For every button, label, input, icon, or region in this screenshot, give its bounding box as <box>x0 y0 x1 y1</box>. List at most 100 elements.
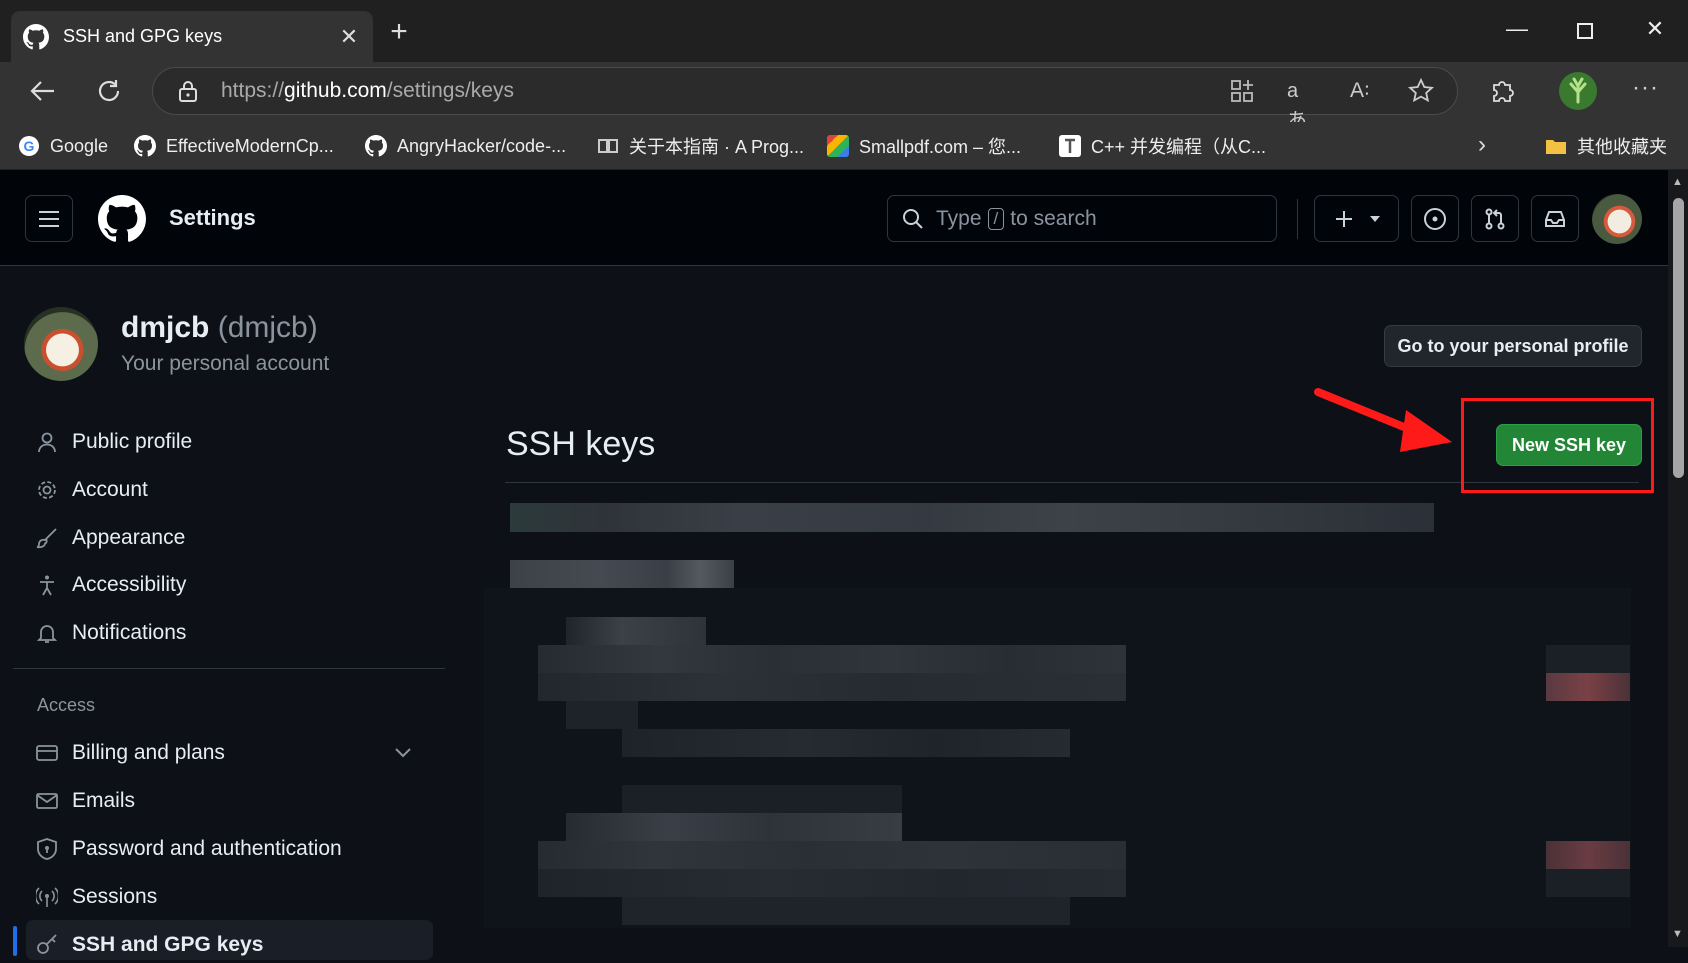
favorite-star-icon[interactable] <box>1406 76 1436 106</box>
mail-icon <box>36 790 72 812</box>
scroll-up-icon[interactable]: ▲ <box>1672 176 1683 188</box>
page-context-title[interactable]: Settings <box>169 205 256 231</box>
sidebar-item-sessions[interactable]: Sessions <box>36 879 157 915</box>
page-scrollbar[interactable]: ▲ ▼ <box>1668 170 1688 947</box>
shield-icon <box>36 838 72 860</box>
redacted-text-block <box>510 560 734 588</box>
bookmark-guide[interactable]: 关于本指南 · A Prog... <box>597 132 804 160</box>
read-aloud-icon[interactable]: A꞉ <box>1350 76 1380 106</box>
more-menu-icon[interactable]: ··· <box>1632 76 1662 106</box>
user-avatar[interactable] <box>1592 194 1642 244</box>
paintbrush-icon <box>36 527 72 549</box>
svg-text:G: G <box>24 138 35 154</box>
redacted-pixels <box>622 729 1070 757</box>
book-icon <box>597 135 619 157</box>
refresh-icon[interactable] <box>94 76 124 106</box>
document-icon <box>1059 135 1081 157</box>
extensions-icon[interactable] <box>1487 76 1517 106</box>
redacted-pixels <box>622 897 1070 925</box>
chevron-down-icon[interactable] <box>394 747 426 759</box>
bookmark-angryhacker[interactable]: AngryHacker/code-... <box>365 132 566 160</box>
inbox-icon[interactable] <box>1531 195 1579 242</box>
folder-icon <box>1545 135 1567 157</box>
bell-icon <box>36 622 72 644</box>
github-logo-icon[interactable] <box>98 195 146 243</box>
gear-icon <box>36 479 72 501</box>
pull-requests-icon[interactable] <box>1471 195 1519 242</box>
person-icon <box>36 431 72 453</box>
issues-icon[interactable] <box>1411 195 1459 242</box>
profile-avatar[interactable] <box>24 307 98 381</box>
profile-avatar-icon[interactable] <box>1559 72 1597 110</box>
create-new-button[interactable] <box>1314 195 1399 242</box>
sidebar-item-notifications[interactable]: Notifications <box>36 615 186 651</box>
bookmarks-bar: G Google EffectiveModernCp... AngryHacke… <box>0 122 1688 170</box>
other-bookmarks[interactable]: 其他收藏夹 <box>1545 132 1667 160</box>
sidebar-divider <box>13 668 445 669</box>
sidebar-item-ssh-gpg-keys[interactable]: SSH and GPG keys <box>36 927 263 963</box>
maximize-icon[interactable] <box>1565 16 1605 46</box>
redacted-pixels <box>538 645 1126 673</box>
redacted-pixels <box>566 701 638 729</box>
minimize-icon[interactable]: — <box>1497 16 1537 46</box>
accessibility-icon <box>36 574 72 596</box>
annotation-arrow-icon <box>1314 388 1452 452</box>
bookmark-smallpdf[interactable]: Smallpdf.com – 您... <box>827 132 1021 160</box>
search-input[interactable]: Type / to search <box>887 195 1277 242</box>
bookmark-cpp-concurrency[interactable]: C++ 并发编程（从C... <box>1059 132 1266 160</box>
redacted-pixels <box>566 813 902 841</box>
search-icon <box>902 208 924 230</box>
browser-tab[interactable]: SSH and GPG keys ✕ <box>11 11 373 62</box>
sidebar-item-billing[interactable]: Billing and plans <box>36 735 426 771</box>
google-icon: G <box>18 135 40 157</box>
account-type-label: Your personal account <box>121 352 330 375</box>
caret-down-icon <box>1369 215 1381 223</box>
profile-username[interactable]: dmjcb (dmjcb) <box>121 311 318 345</box>
scrollbar-thumb[interactable] <box>1673 198 1684 478</box>
new-tab-icon[interactable]: + <box>384 17 414 48</box>
translate-icon[interactable]: aあ <box>1287 76 1317 132</box>
redacted-pixels <box>566 617 706 645</box>
back-icon[interactable] <box>28 76 58 106</box>
browser-tab-bar: SSH and GPG keys ✕ + — ✕ <box>0 0 1688 62</box>
credit-card-icon <box>36 742 72 764</box>
header-divider <box>1297 199 1298 239</box>
tab-title: SSH and GPG keys <box>63 26 223 46</box>
sidebar-item-appearance[interactable]: Appearance <box>36 520 185 556</box>
sidebar-item-public-profile[interactable]: Public profile <box>36 424 192 460</box>
broadcast-icon <box>36 886 72 908</box>
key-icon <box>36 934 72 956</box>
chevron-right-icon[interactable]: › <box>1478 130 1502 160</box>
go-to-profile-button[interactable]: Go to your personal profile <box>1384 325 1642 367</box>
redacted-text-block <box>510 503 1434 532</box>
sidebar-item-emails[interactable]: Emails <box>36 783 135 819</box>
redacted-pixels <box>1546 869 1630 897</box>
redacted-pixels <box>1546 673 1630 701</box>
sidebar-item-accessibility[interactable]: Accessibility <box>36 567 186 603</box>
app-available-icon[interactable] <box>1227 76 1257 106</box>
sidebar-item-password-auth[interactable]: Password and authentication <box>36 831 342 867</box>
github-favicon-icon <box>23 23 49 50</box>
redacted-pixels <box>1546 841 1630 869</box>
ssh-keys-heading: SSH keys <box>506 425 656 463</box>
sidebar-section-access: Access <box>37 695 96 715</box>
bookmark-google[interactable]: G Google <box>18 132 108 160</box>
bookmark-effectivemoderncpp[interactable]: EffectiveModernCp... <box>134 132 334 160</box>
redacted-pixels <box>538 673 1126 701</box>
address-bar[interactable]: https://github.com/settings/keys <box>152 67 1458 115</box>
redacted-pixels <box>538 869 1126 897</box>
plus-icon <box>1333 208 1355 230</box>
scroll-down-icon[interactable]: ▼ <box>1672 928 1683 940</box>
active-indicator <box>13 926 17 956</box>
hamburger-menu-icon[interactable] <box>25 195 73 242</box>
smallpdf-icon <box>827 135 849 157</box>
close-tab-icon[interactable]: ✕ <box>337 24 361 50</box>
profile-handle: (dmjcb) <box>217 311 318 344</box>
url-text[interactable]: https://github.com/settings/keys <box>221 79 514 103</box>
redacted-pixels <box>1546 645 1630 673</box>
sidebar-item-account[interactable]: Account <box>36 472 148 508</box>
lock-icon[interactable] <box>177 79 199 103</box>
new-ssh-key-button[interactable]: New SSH key <box>1496 424 1642 466</box>
close-window-icon[interactable]: ✕ <box>1635 16 1675 46</box>
redacted-pixels <box>538 841 1126 869</box>
